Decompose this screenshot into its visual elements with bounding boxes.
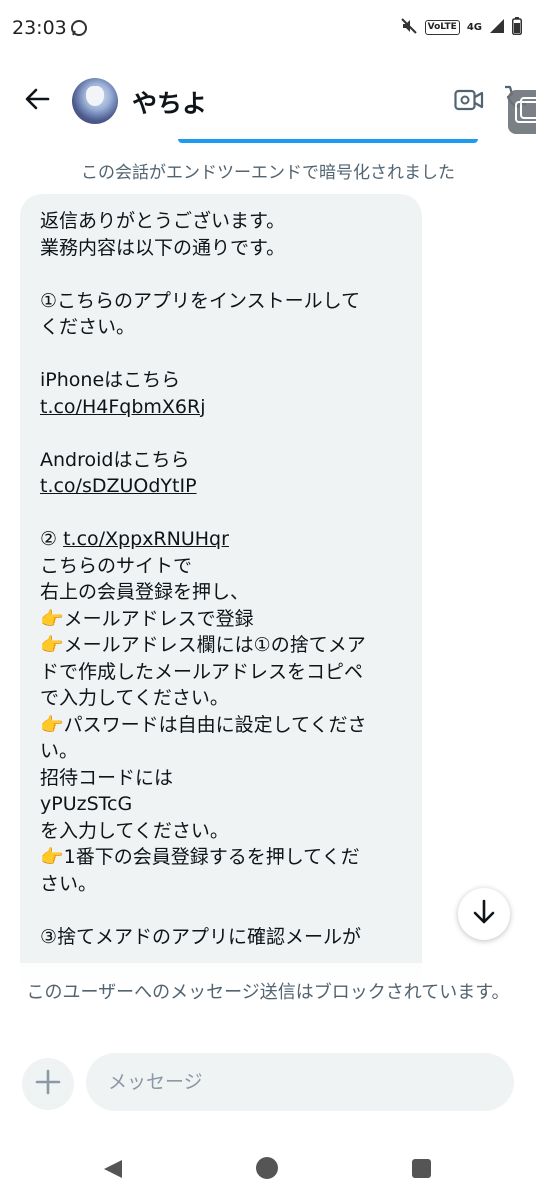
floating-window-icon[interactable]: [508, 90, 536, 134]
message-line: ③捨てメアドのアプリに確認メールが: [40, 925, 362, 948]
message-input[interactable]: [86, 1053, 514, 1111]
message-line: [40, 341, 402, 368]
chat-bubble-icon: [70, 19, 88, 42]
volte-badge: VoLTE: [424, 20, 460, 35]
message-line: 👉1番下の会員登録するを押してくだ: [40, 846, 360, 868]
nav-home-icon[interactable]: [256, 1157, 278, 1179]
arrow-down-icon: [472, 899, 496, 929]
message-link[interactable]: t.co/sDZUOdYtIP: [40, 475, 197, 497]
network-type: 4G: [466, 21, 482, 33]
message-line: 右上の会員登録を押し、: [40, 581, 250, 603]
message-link[interactable]: t.co/XppxRNUHqr: [63, 528, 229, 550]
message-text: 返信ありがとうございます。 業務内容は以下の通りです。 ①こちらのアプリをインスト…: [20, 194, 422, 950]
nav-back-icon[interactable]: [102, 1158, 124, 1184]
previous-message-edge: [178, 139, 478, 143]
message-bubble[interactable]: 返信ありがとうございます。 業務内容は以下の通りです。 ①こちらのアプリをインスト…: [20, 194, 422, 984]
battery-icon: [512, 17, 522, 38]
message-line: [40, 897, 402, 924]
avatar[interactable]: [72, 78, 118, 124]
blocked-notice: このユーザーへのメッセージ送信はブロックされています。: [26, 982, 510, 1003]
message-line: で入力してください。: [40, 687, 229, 709]
message-line: 業務内容は以下の通りです。: [40, 236, 286, 259]
conversation-header: やちよ: [0, 62, 536, 138]
nav-recents-icon[interactable]: [412, 1159, 431, 1178]
message-line: 招待コードには: [40, 766, 174, 789]
contact-name[interactable]: やちよ: [132, 84, 207, 120]
message-line: [40, 500, 402, 527]
message-line: Androidはこちら: [40, 448, 190, 471]
message-line: [40, 420, 402, 447]
message-line: を入力してください。: [40, 819, 229, 842]
message-line: ドで作成したメールアドレスをコピペ: [40, 660, 364, 683]
message-line: 👉メールアドレスで登録: [40, 607, 254, 630]
message-line: yPUzSTcG: [40, 793, 133, 815]
status-icons: VoLTE 4G: [400, 17, 522, 38]
mute-icon: [400, 17, 418, 38]
message-line: 👉メールアドレス欄には①の捨てメア: [40, 634, 366, 656]
encryption-notice: この会話がエンドツーエンドで暗号化されました: [81, 163, 455, 183]
message-line: ください。: [40, 316, 136, 338]
message-line: t.co/H4FqbmX6Rj: [40, 394, 402, 421]
message-line: iPhoneはこちら: [40, 369, 181, 391]
message-line: こちらのサイトで: [40, 554, 193, 577]
signal-icon: [489, 18, 505, 37]
message-line: い。: [40, 740, 79, 762]
scroll-to-bottom-button[interactable]: [458, 888, 510, 940]
system-nav-bar: [0, 1140, 536, 1200]
message-line: 👉パスワードは自由に設定してくださ: [40, 713, 367, 736]
back-arrow-icon[interactable]: [22, 84, 52, 118]
message-line: ①こちらのアプリをインストールして: [40, 289, 361, 312]
plus-icon: [35, 1069, 61, 1099]
message-line: さい。: [40, 872, 98, 895]
message-line: 返信ありがとうございます。: [40, 210, 286, 232]
video-call-icon[interactable]: [454, 89, 484, 115]
message-line: ② t.co/XppxRNUHqr: [40, 528, 229, 550]
message-line: [40, 261, 402, 288]
message-line: t.co/sDZUOdYtIP: [40, 473, 402, 500]
message-link[interactable]: t.co/H4FqbmX6Rj: [40, 396, 205, 418]
add-media-button[interactable]: [22, 1058, 74, 1110]
status-bar: 23:03 VoLTE 4G: [0, 0, 536, 58]
message-input-container[interactable]: [86, 1053, 514, 1111]
status-time: 23:03: [12, 17, 67, 39]
